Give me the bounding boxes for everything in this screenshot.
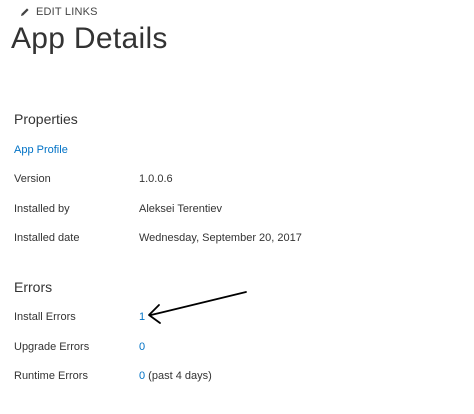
version-value: 1.0.0.6 [139, 173, 173, 185]
upgrade-errors-count-link[interactable]: 0 [139, 341, 145, 353]
installed-date-value: Wednesday, September 20, 2017 [139, 232, 302, 244]
installed-by-value: Aleksei Terentiev [139, 203, 222, 215]
upgrade-errors-label: Upgrade Errors [14, 341, 90, 353]
properties-heading: Properties [14, 111, 78, 127]
install-errors-label: Install Errors [14, 311, 76, 323]
installed-by-label: Installed by [14, 203, 70, 215]
pencil-icon [20, 7, 30, 17]
runtime-errors-value: 0 (past 4 days) [139, 370, 212, 382]
edit-links-button[interactable]: EDIT LINKS [20, 6, 98, 18]
edit-links-label: EDIT LINKS [36, 6, 98, 18]
hand-drawn-arrow-icon [148, 291, 247, 324]
errors-heading: Errors [14, 279, 53, 295]
page-title: App Details [11, 22, 168, 55]
version-label: Version [14, 173, 51, 185]
runtime-errors-period: (past 4 days) [145, 370, 212, 382]
runtime-errors-label: Runtime Errors [14, 370, 88, 382]
app-profile-link[interactable]: App Profile [14, 144, 68, 156]
installed-date-label: Installed date [14, 232, 80, 244]
